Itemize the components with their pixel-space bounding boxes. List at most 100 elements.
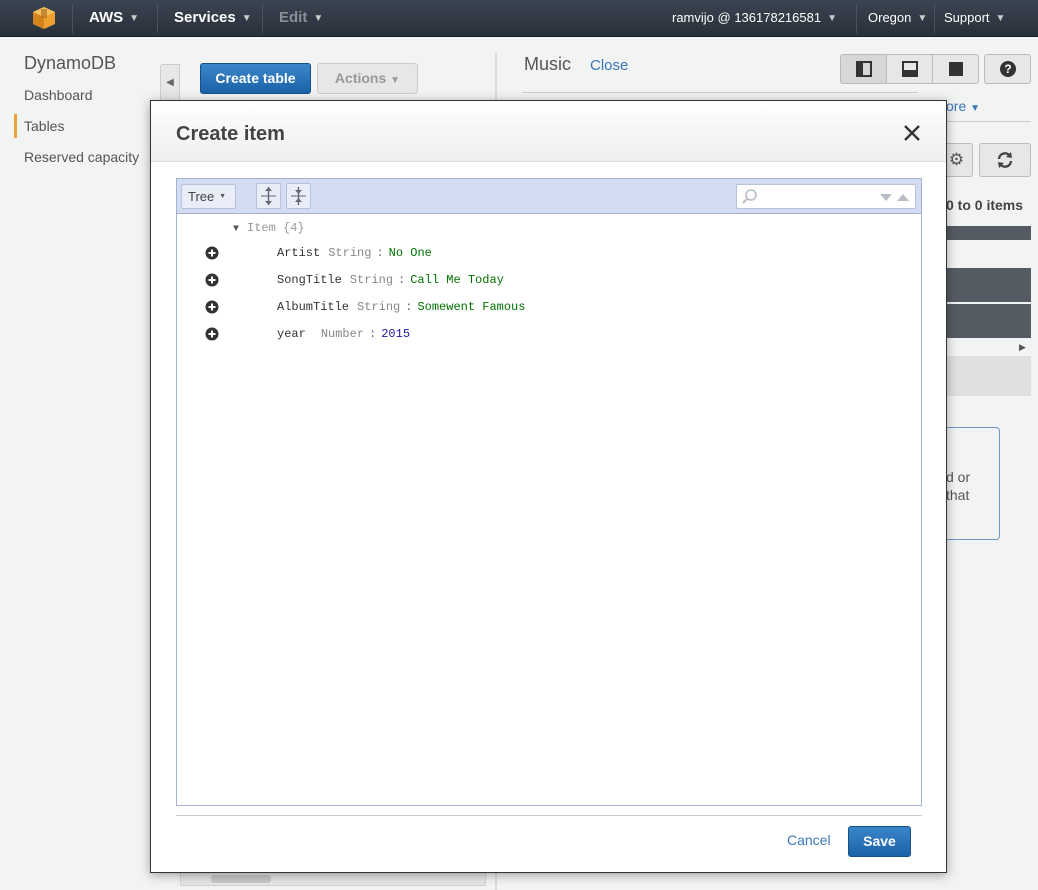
field-name[interactable]: SongTitle xyxy=(277,273,342,287)
split-horizontal-view-button[interactable] xyxy=(886,54,933,84)
tree-root-node[interactable]: ▼ Item {4} xyxy=(233,218,305,238)
full-view-button[interactable] xyxy=(932,54,979,84)
scroll-right-arrow-icon[interactable]: ▶ xyxy=(1019,342,1026,353)
split-vertical-icon xyxy=(855,61,872,77)
services-menu[interactable]: Services ▼ xyxy=(164,0,262,37)
support-menu-label: Support xyxy=(944,10,990,25)
item-range-text: 0 to 0 items xyxy=(946,197,1024,213)
dialog-footer-divider xyxy=(176,815,922,816)
dialog-title: Create item xyxy=(176,123,285,145)
caret-down-icon: ▼ xyxy=(219,193,226,200)
save-button[interactable]: Save xyxy=(848,826,911,857)
add-field-icon[interactable] xyxy=(205,273,219,287)
tree-field[interactable]: SongTitle String: Call Me Today xyxy=(277,269,504,291)
collapse-triangle-icon[interactable]: ▼ xyxy=(233,220,247,240)
chevron-down-icon: ▼ xyxy=(390,75,401,86)
add-field-icon[interactable] xyxy=(205,300,219,314)
table-row xyxy=(946,304,1031,338)
info-text-line: that xyxy=(946,487,970,503)
tabs-underline xyxy=(946,121,1031,122)
detail-tabs-strip xyxy=(522,92,918,100)
support-menu[interactable]: Support ▼ xyxy=(934,0,1015,37)
chevron-down-icon: ▼ xyxy=(995,13,1006,24)
field-separator: : xyxy=(376,246,384,260)
field-name[interactable]: AlbumTitle xyxy=(277,300,349,314)
close-panel-link[interactable]: Close xyxy=(590,57,628,74)
close-icon[interactable] xyxy=(901,122,923,144)
search-previous-icon[interactable] xyxy=(896,190,910,204)
sidebar-item-reserved-capacity[interactable]: Reserved capacity xyxy=(24,149,139,165)
sidebar-item-tables[interactable]: Tables xyxy=(24,118,64,134)
expand-all-icon xyxy=(261,187,276,205)
account-menu-label: ramvijo @ 136178216581 xyxy=(672,10,822,25)
chevron-down-icon: ▼ xyxy=(970,103,981,114)
search-input[interactable] xyxy=(763,188,873,206)
chevron-down-icon: ▼ xyxy=(313,13,324,24)
region-menu-label: Oregon xyxy=(868,10,912,25)
field-value[interactable]: Somewent Famous xyxy=(417,300,525,314)
sidebar-active-indicator xyxy=(14,114,17,138)
chevron-left-icon: ◀ xyxy=(166,77,174,88)
more-tabs-label: ore xyxy=(946,98,967,114)
account-menu[interactable]: ramvijo @ 136178216581 ▼ xyxy=(662,0,847,37)
tree-field[interactable]: Artist String: No One xyxy=(277,242,432,264)
field-type[interactable]: String xyxy=(350,273,393,287)
field-name[interactable]: year xyxy=(277,327,306,341)
create-item-dialog: Create item Tree ▼ ▼ Item {4} Artist Str… xyxy=(150,100,947,873)
field-separator: : xyxy=(398,273,406,287)
nav-separator xyxy=(856,4,857,33)
split-vertical-view-button[interactable] xyxy=(840,54,887,84)
services-menu-label: Services xyxy=(174,9,236,26)
nav-separator xyxy=(262,4,263,33)
editor-search xyxy=(736,184,916,209)
aws-menu-label: AWS xyxy=(89,9,124,26)
gear-icon: ⚙ xyxy=(948,150,965,169)
tree-field[interactable]: AlbumTitle String: Somewent Famous xyxy=(277,296,525,318)
cancel-button[interactable]: Cancel xyxy=(787,832,831,848)
tree-field-row: AlbumTitle String: Somewent Famous xyxy=(177,296,921,318)
refresh-button[interactable] xyxy=(979,143,1031,177)
region-menu[interactable]: Oregon ▼ xyxy=(858,0,937,37)
table-row xyxy=(946,356,1031,396)
horizontal-scrollbar[interactable] xyxy=(180,872,486,886)
field-value[interactable]: Call Me Today xyxy=(410,273,504,287)
field-type[interactable]: String xyxy=(328,246,371,260)
chevron-down-icon: ▼ xyxy=(827,13,837,24)
sidebar-item-dashboard[interactable]: Dashboard xyxy=(24,87,93,103)
sidebar-title: DynamoDB xyxy=(24,53,117,73)
field-value[interactable]: No One xyxy=(389,246,432,260)
field-value[interactable]: 2015 xyxy=(381,327,410,341)
field-type[interactable]: Number xyxy=(321,327,364,341)
tree-field[interactable]: year Number:2015 xyxy=(277,323,410,345)
nav-separator xyxy=(157,4,158,33)
search-next-icon[interactable] xyxy=(879,190,893,204)
aws-menu[interactable]: AWS ▼ xyxy=(79,0,149,37)
tree-field-row: Artist String: No One xyxy=(177,242,921,264)
edit-menu[interactable]: Edit ▼ xyxy=(269,0,333,37)
more-tabs-link[interactable]: ore ▼ xyxy=(946,98,980,114)
add-field-icon[interactable] xyxy=(205,246,219,260)
sidebar-collapse-button[interactable]: ◀ xyxy=(160,64,180,102)
refresh-icon xyxy=(997,152,1013,168)
field-separator: : xyxy=(369,327,377,341)
split-horizontal-icon xyxy=(901,61,918,77)
aws-cube-icon[interactable] xyxy=(32,6,56,30)
json-editor: Tree ▼ ▼ Item {4} Artist String: No One… xyxy=(176,178,922,806)
help-button[interactable]: ? xyxy=(984,54,1031,84)
chevron-down-icon: ▼ xyxy=(917,13,928,24)
search-icon xyxy=(742,189,757,204)
add-field-icon[interactable] xyxy=(205,327,219,341)
editor-mode-label: Tree xyxy=(188,189,215,204)
actions-button[interactable]: Actions ▼ xyxy=(317,63,418,94)
field-type[interactable]: String xyxy=(357,300,400,314)
top-navigation-bar: AWS ▼ Services ▼ Edit ▼ ramvijo @ 136178216… xyxy=(0,0,1038,37)
expand-all-button[interactable] xyxy=(256,183,281,209)
collapse-all-button[interactable] xyxy=(286,183,311,209)
tree-field-row: SongTitle String: Call Me Today xyxy=(177,269,921,291)
info-message-box: d or that xyxy=(946,427,1000,540)
chevron-down-icon: ▼ xyxy=(241,13,252,24)
field-name[interactable]: Artist xyxy=(277,246,320,260)
scrollbar-thumb[interactable] xyxy=(211,875,271,883)
create-table-button[interactable]: Create table xyxy=(200,63,311,94)
editor-mode-dropdown[interactable]: Tree ▼ xyxy=(181,184,236,209)
